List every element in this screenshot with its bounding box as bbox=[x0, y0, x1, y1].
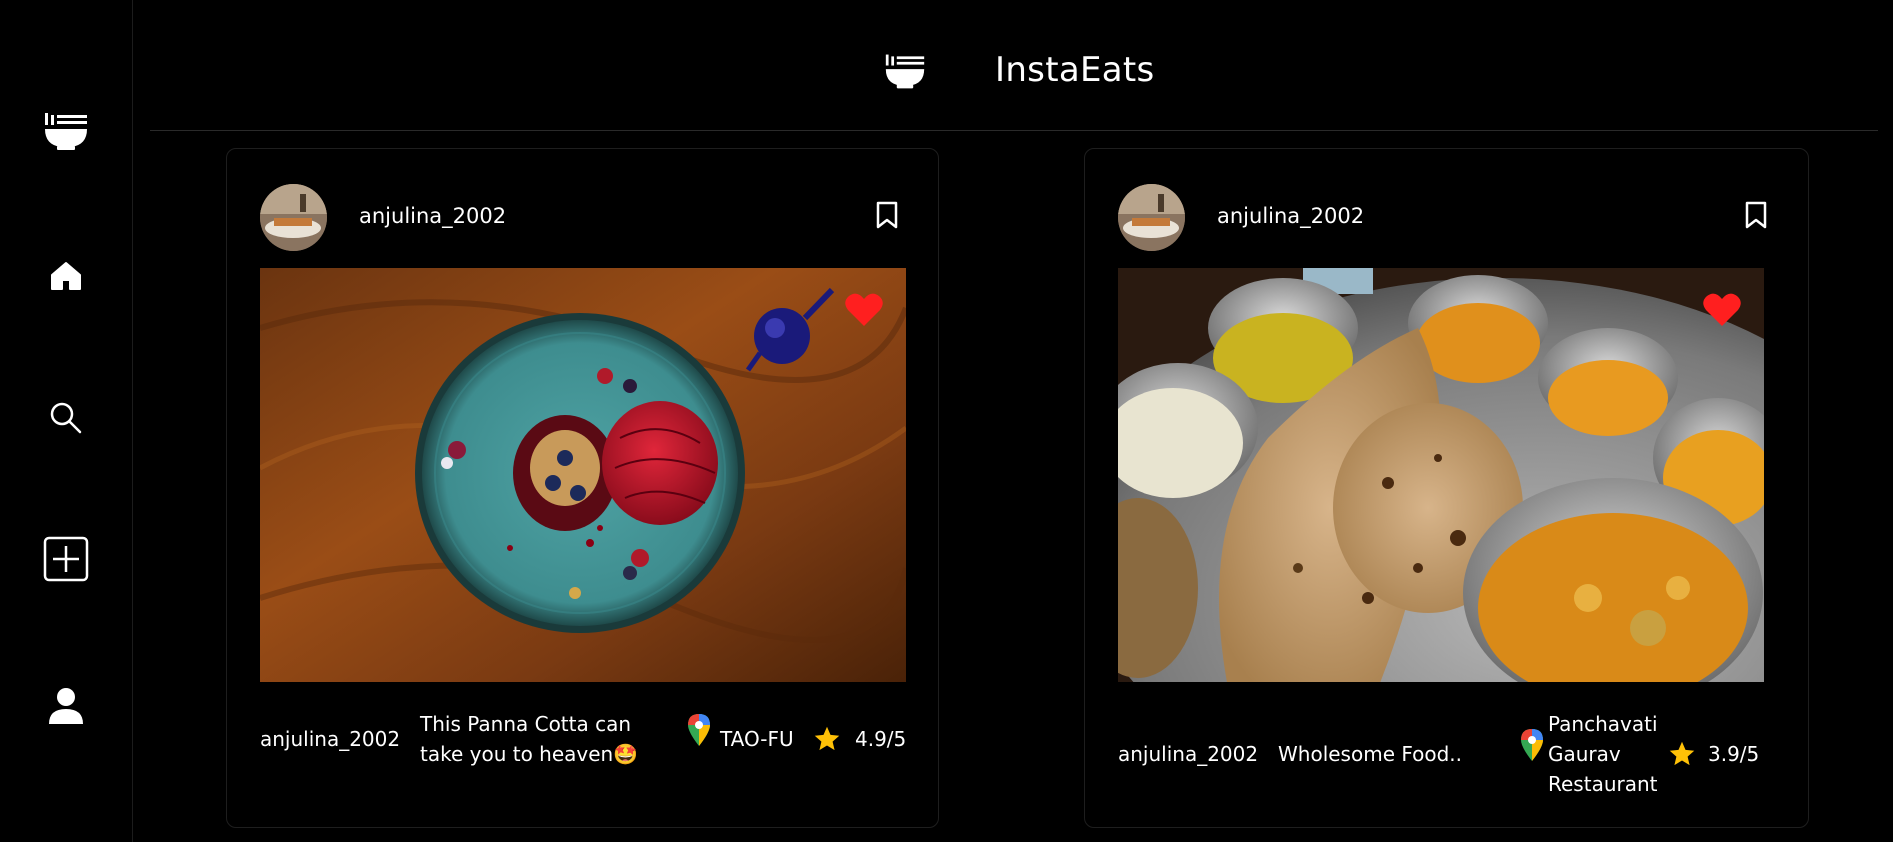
indian-thali-photo[interactable] bbox=[1118, 268, 1764, 682]
plus-square-icon bbox=[43, 536, 89, 582]
panna-cotta-dessert-photo[interactable] bbox=[260, 268, 906, 682]
post-card: anjulina_2002 bbox=[1084, 148, 1809, 828]
post-location[interactable]: TAO-FU bbox=[720, 724, 794, 754]
sidebar-item-search[interactable] bbox=[0, 388, 132, 448]
heart-icon[interactable] bbox=[844, 292, 884, 328]
post-username[interactable]: anjulina_2002 bbox=[359, 204, 506, 228]
noodle-bowl-icon bbox=[45, 113, 87, 150]
post-username[interactable]: anjulina_2002 bbox=[1217, 204, 1364, 228]
bookmark-icon[interactable] bbox=[1744, 201, 1768, 233]
sidebar-logo[interactable] bbox=[0, 101, 132, 161]
caption-line: take you to heaven🤩 bbox=[420, 742, 639, 766]
sidebar-item-home[interactable] bbox=[0, 246, 132, 306]
star-icon bbox=[813, 725, 841, 761]
post-footer: anjulina_2002 Wholesome Food.. Panchavat… bbox=[1118, 709, 1798, 799]
search-icon bbox=[50, 402, 82, 434]
noodle-bowl-icon bbox=[884, 51, 926, 95]
avatar[interactable] bbox=[1118, 184, 1185, 251]
home-icon bbox=[51, 262, 81, 290]
post-rating: 3.9/5 bbox=[1708, 742, 1760, 766]
bookmark-icon[interactable] bbox=[875, 201, 899, 233]
location-line: Panchavati bbox=[1548, 712, 1658, 736]
app-title: InstaEats bbox=[995, 50, 1155, 90]
caption-line: This Panna Cotta can bbox=[420, 712, 632, 736]
star-icon bbox=[1668, 740, 1696, 776]
location-line: Restaurant bbox=[1548, 772, 1658, 796]
post-location[interactable]: Panchavati Gaurav Restaurant bbox=[1548, 709, 1658, 799]
avatar[interactable] bbox=[260, 184, 327, 251]
sidebar-item-profile[interactable] bbox=[0, 676, 132, 736]
footer-username[interactable]: anjulina_2002 bbox=[1118, 739, 1258, 769]
map-pin-icon bbox=[688, 714, 710, 754]
post-card: anjulina_2002 bbox=[226, 148, 939, 828]
sidebar bbox=[0, 0, 133, 842]
footer-username[interactable]: anjulina_2002 bbox=[260, 724, 400, 754]
map-pin-icon bbox=[1521, 729, 1543, 769]
top-header: InstaEats bbox=[150, 0, 1878, 131]
location-line: Gaurav bbox=[1548, 742, 1621, 766]
post-rating: 4.9/5 bbox=[855, 727, 907, 751]
post-caption: This Panna Cotta can take you to heaven🤩 bbox=[420, 709, 638, 769]
sidebar-item-create[interactable] bbox=[0, 529, 132, 589]
user-icon bbox=[49, 688, 83, 724]
heart-icon[interactable] bbox=[1702, 292, 1742, 328]
post-caption: Wholesome Food.. bbox=[1278, 742, 1463, 766]
post-footer: anjulina_2002 This Panna Cotta can take … bbox=[260, 709, 928, 799]
